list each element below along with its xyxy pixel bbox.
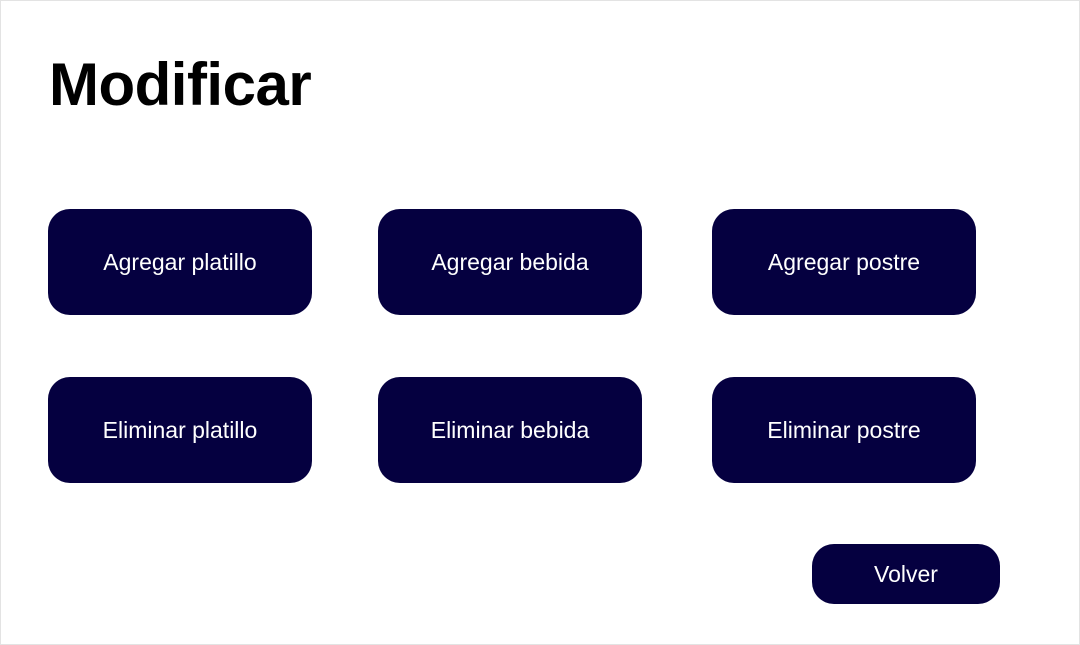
add-dish-button-label: Agregar platillo [103,248,257,275]
back-button-label: Volver [874,560,938,587]
delete-dish-button[interactable]: Eliminar platillo [48,377,312,483]
delete-dish-button-label: Eliminar platillo [102,416,258,443]
add-dessert-button[interactable]: Agregar postre [712,209,976,315]
add-drink-button-label: Agregar bebida [431,248,589,275]
back-button[interactable]: Volver [812,544,1000,604]
add-dessert-button-label: Agregar postre [767,248,921,275]
modify-window: Modificar Agregar platillo Agregar bebid… [0,0,1080,645]
delete-drink-button[interactable]: Eliminar bebida [378,377,642,483]
delete-dessert-button[interactable]: Eliminar postre [712,377,976,483]
add-dish-button[interactable]: Agregar platillo [48,209,312,315]
page-title: Modificar [49,51,312,118]
delete-drink-button-label: Eliminar bebida [430,416,590,443]
delete-dessert-button-label: Eliminar postre [767,416,921,443]
add-drink-button[interactable]: Agregar bebida [378,209,642,315]
